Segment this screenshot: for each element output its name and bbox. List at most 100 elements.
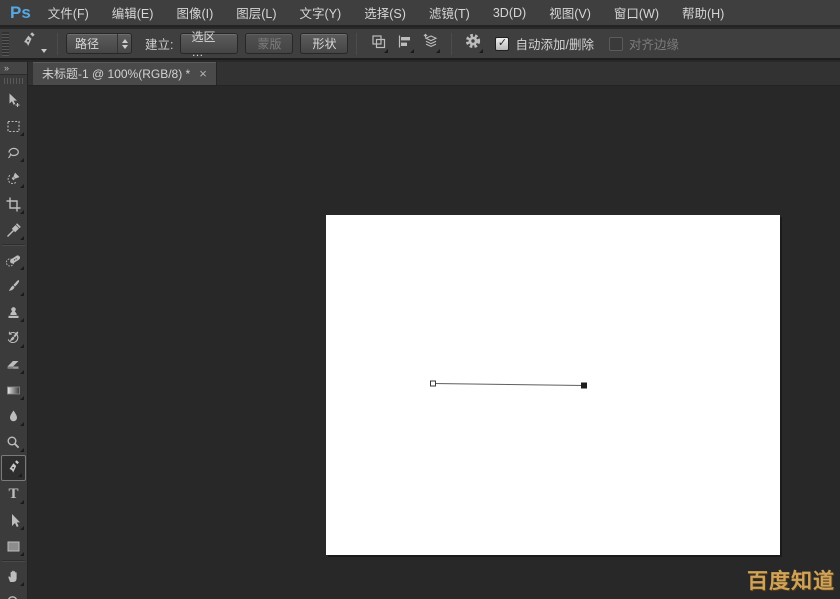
document-tab-strip: 未标题-1 @ 100%(RGB/8) * × xyxy=(28,62,840,86)
menu-help[interactable]: 帮助(H) xyxy=(682,3,724,22)
path-segment xyxy=(433,384,584,386)
arrow-down-icon xyxy=(122,45,128,49)
tool-spot-healing-brush[interactable] xyxy=(0,247,27,273)
tool-crop[interactable] xyxy=(0,191,27,217)
tool-zoom[interactable] xyxy=(0,589,27,599)
flyout-triangle-icon xyxy=(20,266,24,270)
double-chevron-right-icon: » xyxy=(4,64,9,73)
menu-edit[interactable]: 编辑(E) xyxy=(112,3,154,22)
path-operations-button[interactable] xyxy=(366,32,390,56)
tool-pen[interactable] xyxy=(1,455,26,481)
tool-preset-picker[interactable] xyxy=(17,30,49,58)
tool-lasso[interactable] xyxy=(0,139,27,165)
flyout-triangle-icon xyxy=(20,318,24,322)
flyout-triangle-icon xyxy=(18,473,22,477)
type-tool-icon: T xyxy=(8,487,18,502)
flyout-triangle-icon xyxy=(20,582,24,586)
tool-gradient[interactable] xyxy=(0,377,27,403)
auto-add-delete-checkbox[interactable]: ✓ xyxy=(495,37,509,51)
menu-view[interactable]: 视图(V) xyxy=(549,3,591,22)
tool-quick-selection[interactable] xyxy=(0,165,27,191)
separator xyxy=(57,33,58,55)
document-tab[interactable]: 未标题-1 @ 100%(RGB/8) * × xyxy=(33,62,217,85)
menu-image[interactable]: 图像(I) xyxy=(176,3,213,22)
flyout-triangle-icon xyxy=(20,370,24,374)
tool-history-brush[interactable] xyxy=(0,325,27,351)
separator xyxy=(451,33,452,55)
photoshop-window: Ps 文件(F) 编辑(E) 图像(I) 图层(L) 文字(Y) 选择(S) 滤… xyxy=(0,0,840,599)
menu-window[interactable]: 窗口(W) xyxy=(614,3,659,22)
geometry-options-button[interactable] xyxy=(461,32,485,56)
pick-tool-mode-dropdown[interactable]: 路径 xyxy=(66,33,132,54)
close-icon[interactable]: × xyxy=(199,67,207,80)
tool-group-separator xyxy=(2,244,25,246)
menu-bar: Ps 文件(F) 编辑(E) 图像(I) 图层(L) 文字(Y) 选择(S) 滤… xyxy=(0,0,840,27)
flyout-triangle-icon xyxy=(20,132,24,136)
ps-logo: Ps xyxy=(10,3,31,23)
make-mask-button: 蒙版 xyxy=(245,33,293,54)
flyout-triangle-icon xyxy=(20,396,24,400)
move-icon xyxy=(5,92,22,109)
menu-layer[interactable]: 图层(L) xyxy=(236,3,276,22)
menu-type[interactable]: 文字(Y) xyxy=(300,3,342,22)
anchor-point-solid xyxy=(581,383,587,389)
flyout-triangle-icon xyxy=(20,158,24,162)
make-shape-button[interactable]: 形状 xyxy=(300,33,348,54)
tool-horizontal-type[interactable]: T xyxy=(0,481,27,507)
tools-panel: » xyxy=(0,62,28,599)
chevron-down-icon xyxy=(436,49,440,53)
chevron-down-icon xyxy=(479,49,483,53)
align-edges-label: 对齐边缘 xyxy=(629,34,679,53)
tool-eraser[interactable] xyxy=(0,351,27,377)
collapse-panel-button[interactable]: » xyxy=(0,62,27,75)
flyout-triangle-icon xyxy=(20,422,24,426)
align-edges-checkbox xyxy=(609,37,623,51)
tool-rectangle-shape[interactable] xyxy=(0,533,27,559)
canvas-document[interactable] xyxy=(326,215,780,555)
flyout-triangle-icon xyxy=(20,184,24,188)
flyout-triangle-icon xyxy=(20,236,24,240)
tool-move[interactable] xyxy=(0,87,27,113)
checkmark-icon: ✓ xyxy=(498,38,507,49)
document-tab-title: 未标题-1 @ 100%(RGB/8) * xyxy=(42,65,190,82)
tool-group-separator xyxy=(2,560,25,562)
flyout-triangle-icon xyxy=(20,344,24,348)
anchor-point-hollow xyxy=(431,381,436,386)
watermark: 百度知道 xyxy=(747,565,835,595)
path-arrangement-button[interactable] xyxy=(418,32,442,56)
menu-select[interactable]: 选择(S) xyxy=(364,3,406,22)
panel-grip[interactable] xyxy=(4,78,24,84)
options-bar-grip[interactable] xyxy=(2,32,9,56)
separator xyxy=(356,33,357,55)
auto-add-delete-label: 自动添加/删除 xyxy=(515,34,593,53)
flyout-triangle-icon xyxy=(20,448,24,452)
flyout-triangle-icon xyxy=(20,292,24,296)
make-label: 建立: xyxy=(145,34,173,53)
pen-path-overlay xyxy=(326,215,780,555)
tool-path-selection[interactable] xyxy=(0,507,27,533)
arrow-up-icon xyxy=(122,39,128,43)
tool-rectangular-marquee[interactable] xyxy=(0,113,27,139)
make-selection-button[interactable]: 选区 … xyxy=(180,33,238,54)
dropdown-spinner xyxy=(117,34,131,53)
tool-eyedropper[interactable] xyxy=(0,217,27,243)
chevron-down-icon xyxy=(410,49,414,53)
flyout-triangle-icon xyxy=(20,500,24,504)
tool-clone-stamp[interactable] xyxy=(0,299,27,325)
tool-mode-value: 路径 xyxy=(67,35,117,52)
flyout-triangle-icon xyxy=(20,210,24,214)
menu-file[interactable]: 文件(F) xyxy=(48,3,89,22)
tool-brush[interactable] xyxy=(0,273,27,299)
tool-options-bar: 路径 建立: 选区 … 蒙版 形状 xyxy=(0,29,840,60)
menu-filter[interactable]: 滤镜(T) xyxy=(429,3,470,22)
flyout-triangle-icon xyxy=(20,526,24,530)
tool-blur[interactable] xyxy=(0,403,27,429)
zoom-icon xyxy=(5,594,22,599)
chevron-down-icon xyxy=(41,49,47,53)
flyout-triangle-icon xyxy=(20,552,24,556)
path-alignment-button[interactable] xyxy=(392,32,416,56)
tool-hand[interactable] xyxy=(0,563,27,589)
tool-dodge[interactable] xyxy=(0,429,27,455)
menu-3d[interactable]: 3D(D) xyxy=(493,6,526,20)
chevron-down-icon xyxy=(384,49,388,53)
